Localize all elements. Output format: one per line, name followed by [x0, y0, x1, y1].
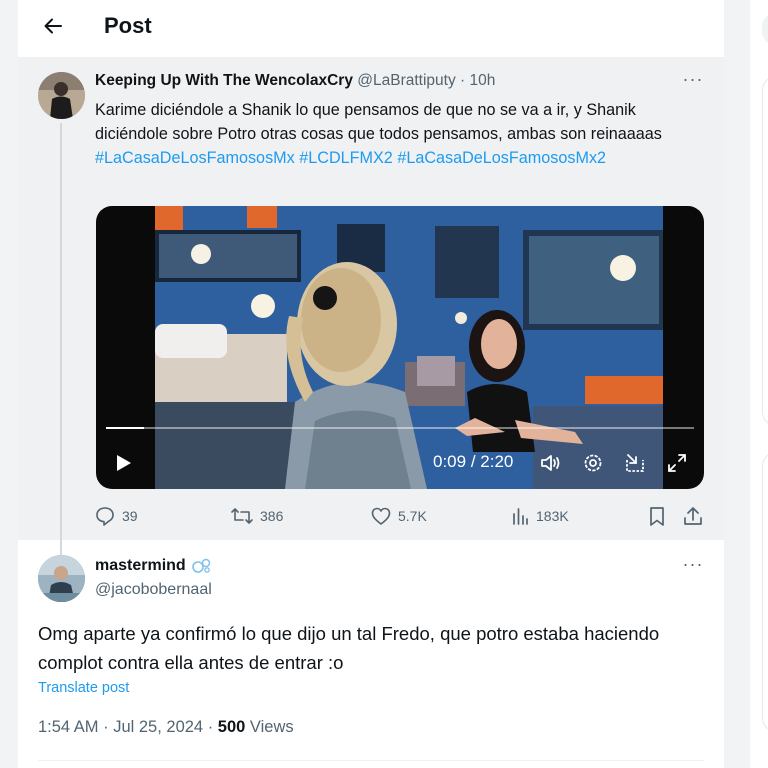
post-time[interactable]: 10h [470, 72, 496, 89]
settings-icon [584, 454, 602, 472]
video-frame-image [155, 206, 663, 489]
duration: 2:20 [480, 452, 514, 471]
like-button[interactable]: 5.7K [370, 503, 427, 529]
fullscreen-icon [668, 454, 686, 472]
picture-in-picture-icon [626, 454, 644, 472]
views-icon [513, 508, 528, 525]
more-options-button[interactable]: ··· [678, 69, 708, 89]
reply-author[interactable]: mastermind [95, 557, 212, 575]
quoted-post-text: Karime diciéndole a Shanik lo que pensam… [95, 98, 700, 170]
author-name[interactable]: Keeping Up With The WencolaxCry [95, 72, 353, 89]
back-button[interactable] [40, 13, 66, 39]
video-player[interactable]: 0:09 / 2:20 [96, 206, 704, 489]
post-timestamp[interactable]: 1:54 AM · Jul 25, 2024 [38, 718, 203, 736]
hashtag-link[interactable]: #LCDLFMX2 [299, 149, 393, 167]
bookmark-icon [650, 507, 664, 526]
video-progress-bar[interactable] [106, 427, 694, 429]
quoted-post[interactable]: Keeping Up With The WencolaxCry @LaBratt… [18, 57, 724, 597]
settings-button[interactable] [580, 450, 606, 476]
author-name: mastermind [95, 557, 186, 574]
bookmark-button[interactable] [647, 503, 667, 529]
reply-icon [96, 507, 114, 526]
page-title: Post [104, 13, 152, 38]
video-time: 0:09 / 2:20 [433, 452, 513, 472]
post-detail-column: Post Keeping Up With The WencolaxCry @La… [18, 0, 724, 768]
reply-button[interactable]: 39 [94, 503, 138, 529]
play-button[interactable] [110, 450, 136, 476]
like-count: 5.7K [398, 508, 427, 524]
volume-button[interactable] [538, 450, 564, 476]
avatar[interactable] [38, 72, 85, 119]
views-count: 500 [217, 718, 246, 736]
play-icon [117, 455, 131, 471]
top-bar: Post [18, 0, 724, 54]
video-frame [155, 206, 663, 489]
arrow-left-icon [44, 18, 62, 34]
views-button[interactable]: 183K [510, 503, 569, 529]
sidebar-card [762, 76, 768, 426]
video-progress-fill [106, 427, 144, 429]
repost-count: 386 [260, 508, 284, 524]
right-sidebar [750, 0, 768, 768]
post-body: Karime diciéndole a Shanik lo que pensam… [95, 101, 662, 143]
translate-post-link[interactable]: Translate post [38, 680, 129, 696]
bubbles-emoji-icon [191, 558, 210, 573]
repost-icon [231, 508, 253, 524]
meta-separator: · [207, 718, 214, 736]
search-pill[interactable] [762, 12, 768, 46]
fullscreen-button[interactable] [664, 450, 690, 476]
author-handle[interactable]: @LaBrattiputy [357, 72, 455, 89]
current-time: 0:09 [433, 452, 467, 471]
views-count: 183K [536, 508, 569, 524]
avatar-image [38, 555, 85, 602]
post-body: Omg aparte ya confirmó lo que dijo un ta… [38, 623, 660, 673]
post-actions: 39 386 5.7K 183K [18, 503, 724, 529]
avatar[interactable] [38, 555, 85, 602]
more-options-button[interactable]: ··· [678, 554, 708, 574]
repost-button[interactable]: 386 [230, 503, 283, 529]
author-handle[interactable]: @jacobobernaal [95, 581, 212, 599]
views-label: Views [249, 718, 294, 736]
post-meta: 1:54 AM · Jul 25, 2024 · 500 Views [38, 718, 294, 737]
more-icon: ··· [682, 554, 704, 574]
hashtag-link[interactable]: #LaCasaDeLosFamososMx [95, 149, 295, 167]
share-icon [684, 507, 702, 525]
picture-in-picture-button[interactable] [622, 450, 648, 476]
hashtag-link[interactable]: #LaCasaDeLosFamososMx2 [397, 149, 606, 167]
divider [38, 760, 704, 761]
quoted-post-header: Keeping Up With The WencolaxCry @LaBratt… [95, 72, 495, 90]
share-button[interactable] [682, 503, 704, 529]
more-icon: ··· [682, 69, 704, 89]
heart-icon [371, 507, 391, 525]
volume-icon [541, 455, 560, 471]
time-separator: / [470, 452, 476, 471]
reply-count: 39 [122, 508, 138, 524]
meta-separator: · [460, 72, 466, 89]
avatar-image [38, 72, 85, 119]
sidebar-card [762, 452, 768, 732]
